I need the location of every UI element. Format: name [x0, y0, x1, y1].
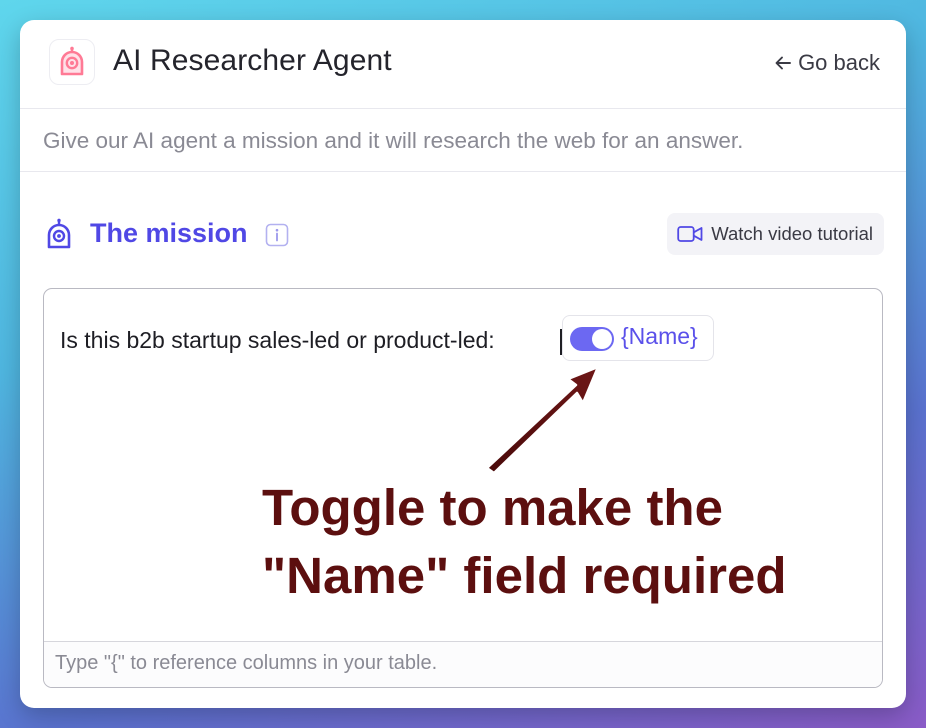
info-icon[interactable]	[265, 223, 289, 247]
annotation-line-2: "Name" field required	[262, 547, 787, 604]
description-row: Give our AI agent a mission and it will …	[20, 109, 906, 172]
field-reference-label: {Name}	[621, 323, 698, 349]
tutorial-label: Watch video tutorial	[711, 223, 873, 244]
mission-section-header: The mission Watch video tutorial	[20, 210, 906, 260]
required-toggle[interactable]	[570, 327, 614, 351]
watch-video-tutorial-button[interactable]: Watch video tutorial	[667, 213, 884, 255]
robot-mission-icon	[47, 218, 71, 249]
editor-footer: Type "{" to reference columns in your ta…	[44, 641, 882, 687]
mission-text-area[interactable]: Is this b2b startup sales-led or product…	[44, 289, 882, 641]
ai-agent-panel: AI Researcher Agent Go back Give our AI …	[20, 20, 906, 708]
app-title: AI Researcher Agent	[113, 44, 392, 77]
robot-head-icon	[60, 46, 84, 76]
annotation-callout: Toggle to make the "Name" field required	[262, 474, 872, 610]
reference-hint: Type "{" to reference columns in your ta…	[55, 652, 438, 674]
mission-prompt-text: Is this b2b startup sales-led or product…	[60, 327, 495, 353]
video-camera-icon	[677, 226, 703, 242]
toggle-knob	[592, 329, 612, 349]
panel-header: AI Researcher Agent Go back	[20, 20, 906, 109]
app-logo	[49, 39, 95, 85]
arrow-left-icon	[775, 56, 792, 70]
mission-editor: Is this b2b startup sales-led or product…	[43, 288, 883, 688]
name-field-chip[interactable]: {Name}	[562, 315, 714, 361]
mission-title: The mission	[90, 218, 248, 248]
annotation-line-1: Toggle to make the	[262, 479, 723, 536]
go-back-label: Go back	[798, 50, 880, 75]
annotation-arrow-icon	[485, 365, 600, 475]
panel-description: Give our AI agent a mission and it will …	[43, 128, 744, 153]
go-back-button[interactable]: Go back	[774, 50, 880, 76]
